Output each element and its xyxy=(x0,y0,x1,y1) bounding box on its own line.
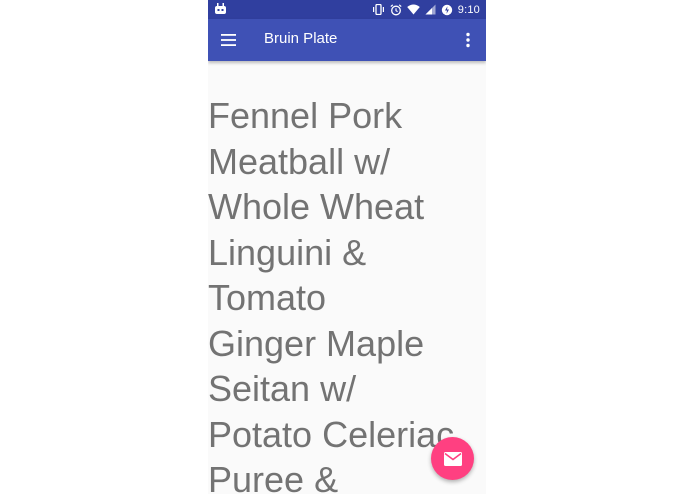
phone-screen: 9:10 Bruin Plate Fennel Pork Meatball w/… xyxy=(208,0,486,494)
menu-line: Seitan w/ xyxy=(208,368,357,409)
menu-line: Linguini & xyxy=(208,231,367,273)
hamburger-menu-icon[interactable] xyxy=(220,31,238,49)
app-bar: Bruin Plate xyxy=(208,19,486,61)
email-icon xyxy=(443,451,462,466)
battery-charging-icon xyxy=(441,4,452,15)
menu-line: Ginger Maple xyxy=(208,322,425,364)
menu-line: Meatball w/ xyxy=(208,140,391,182)
menu-item-text: Fennel Pork Meatball w/ Whole Wheat Ling… xyxy=(208,93,486,494)
android-debug-icon xyxy=(215,3,226,14)
vibrate-icon xyxy=(372,4,384,15)
status-icons: 9:10 xyxy=(372,0,480,19)
app-title: Bruin Plate xyxy=(264,30,338,47)
menu-line: Tomato xyxy=(208,277,327,318)
signal-icon xyxy=(425,4,436,15)
email-fab-button[interactable] xyxy=(431,437,474,480)
status-time: 9:10 xyxy=(457,3,480,16)
status-bar: 9:10 xyxy=(208,0,486,19)
menu-line: Fennel Pork xyxy=(208,95,403,136)
menu-content[interactable]: Fennel Pork Meatball w/ Whole Wheat Ling… xyxy=(208,61,486,494)
more-vert-icon[interactable] xyxy=(460,31,476,49)
menu-line: Whole Wheat xyxy=(208,186,425,227)
alarm-icon xyxy=(390,3,402,15)
wifi-icon xyxy=(406,4,420,15)
